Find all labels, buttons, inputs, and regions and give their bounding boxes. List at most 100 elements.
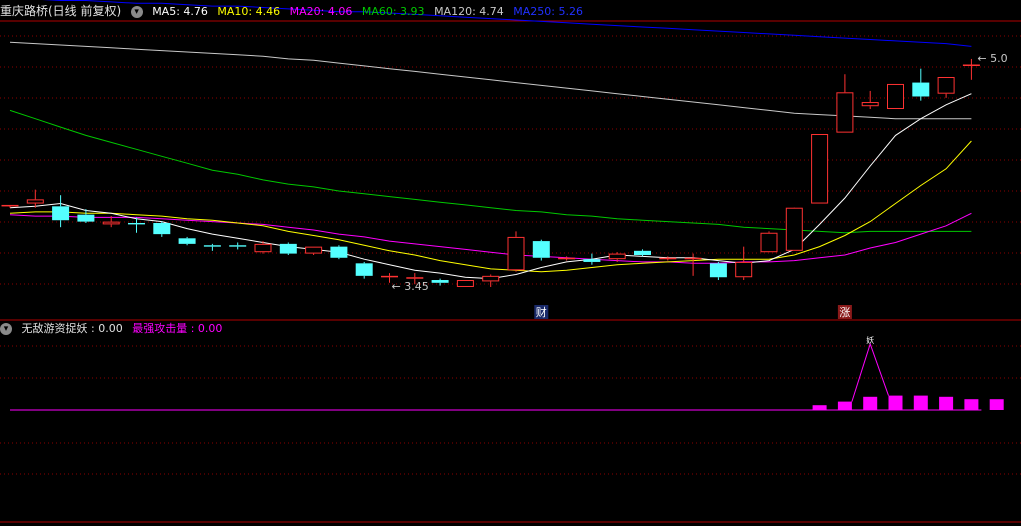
indicator-bar [888,395,903,410]
candle-body [887,83,904,109]
candle [355,261,373,279]
indicator-panel: 妖 [10,335,1004,411]
candle-body [861,102,879,107]
ma120-line [9,41,972,120]
candle [203,243,221,251]
candle [887,83,904,109]
candle [811,134,829,204]
candle-body [482,275,500,282]
kline-chart[interactable]: 妖 ← 3.45 ← 5.0 财 涨 [0,0,1021,526]
indicator-bar [964,399,979,410]
candle-body [937,77,955,94]
indicator-bar [863,396,878,410]
marker-zhang-text: 涨 [839,306,850,319]
candle-body [431,280,449,283]
settings-circle-icon[interactable]: ▾ [130,6,143,18]
ma120-label: MA120: 4.74 [434,5,504,18]
candle-body [305,246,323,254]
ma10-label: MA10: 4.46 [217,5,281,18]
marker-zhang: 涨 [837,305,852,319]
candle [153,221,171,237]
main-header: 重庆路桥(日线 前复权) ▾ MA5: 4.76 MA10: 4.46 MA20… [0,0,589,22]
indicator-label2: 最强攻击量 [132,322,188,335]
candle-body [659,257,677,260]
candle [836,74,854,133]
candle-body [26,199,44,204]
candle [26,189,44,208]
candle-body [1,204,19,207]
candle-body [229,245,247,247]
candle-body [962,64,980,66]
indicator-bar [812,405,827,410]
candle [52,195,70,228]
marker-cai-text: 财 [536,305,547,319]
indicator-name: 无敌游资捉妖 [21,322,88,335]
indicator-bar [913,395,928,410]
candle [684,253,702,276]
high-price-label: ← 5.0 [977,52,1007,65]
ma250-label: MA250: 5.26 [513,5,583,18]
candle [330,245,348,260]
candle [431,278,449,286]
candle [229,242,247,250]
candle [456,280,474,287]
candle [532,239,550,261]
indicator-bar [837,401,852,410]
candle [760,231,778,253]
indicator-value: : 0.00 [91,322,123,335]
indicator-header: ▾ 无敌游资捉妖 : 0.00 最强攻击量 : 0.00 [0,318,228,340]
candle [178,236,196,246]
indicator-peak-line [851,342,889,402]
candle-body [634,250,651,255]
candle-body [558,257,576,260]
ma60-label: MA60: 3.93 [361,5,425,18]
candle-body [684,257,702,260]
candle-body [912,82,930,97]
candle [937,77,955,98]
candle [583,253,601,265]
candle-body [178,238,196,244]
candle-body [785,207,803,251]
indicator-value2: : 0.00 [190,322,223,335]
candle-body [77,214,95,222]
candle-body [355,263,373,276]
candle [735,246,753,281]
candle [482,274,500,287]
candle-body [735,261,753,278]
ma20-label: MA20: 4.06 [289,5,353,18]
candle [861,90,879,109]
marker-cai: 财 [534,305,549,319]
candle-body [406,277,424,279]
candle [305,246,323,255]
candle-body [52,206,70,221]
candle [709,261,727,281]
candle [912,68,930,101]
candle-body [811,134,829,204]
candle-body [153,223,171,235]
candle [634,249,651,257]
candle-body [102,221,120,225]
candle [507,231,525,272]
indicator-bar [939,396,954,410]
candle-body [203,245,221,247]
grid-lines [0,20,1021,523]
candle-body [381,275,398,278]
candle-body [507,236,525,271]
candle-body [128,223,145,225]
candle [785,207,803,251]
indicator-peak-label: 妖 [866,335,874,345]
stock-title: 重庆路桥(日线 前复权) [0,4,122,18]
candle-body [760,232,778,253]
candle-body [532,241,550,258]
candle-body [836,92,854,133]
indicator-settings-icon[interactable]: ▾ [0,323,12,335]
low-price-label: ← 3.45 [392,280,429,293]
candle-body [456,280,474,287]
candle-body [254,243,272,253]
candle-body [583,259,601,262]
candle-body [330,246,348,258]
indicator-bar [989,399,1004,410]
candle [279,242,297,255]
candle-body [709,263,727,278]
candle-body [608,253,626,260]
